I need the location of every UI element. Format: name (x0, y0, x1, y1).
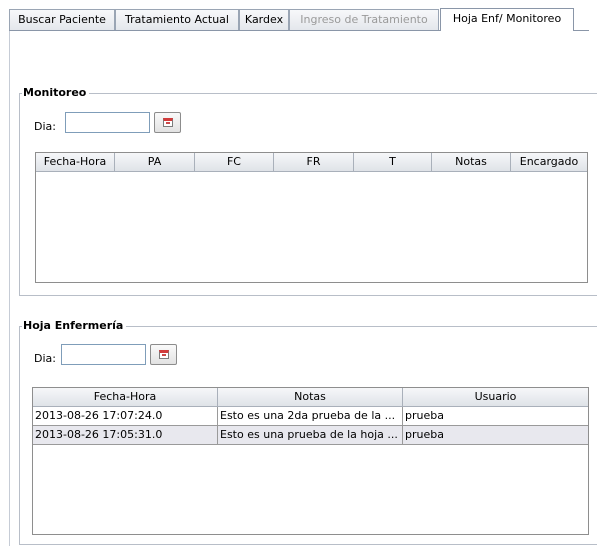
hoja-table-header: Fecha-Hora Notas Usuario (33, 388, 588, 407)
tab-tratamiento-actual[interactable]: Tratamiento Actual (115, 9, 239, 30)
column-header-encargado[interactable]: Encargado (511, 153, 587, 171)
hoja-enfermeria-title: Hoja Enfermería (22, 318, 127, 334)
column-header-usuario[interactable]: Usuario (403, 388, 588, 406)
tab-ingreso-de-tratamiento: Ingreso de Tratamiento (289, 9, 439, 30)
column-header-fecha-hora[interactable]: Fecha-Hora (36, 153, 115, 171)
column-header-notas[interactable]: Notas (218, 388, 403, 406)
cell-fecha-hora: 2013-08-26 17:07:24.0 (33, 407, 218, 425)
column-header-fr[interactable]: FR (274, 153, 354, 171)
monitoreo-group: Monitoreo Dia: Fecha-Hora PA FC FR T Not… (19, 85, 597, 296)
column-header-fc[interactable]: FC (195, 153, 274, 171)
monitoreo-dia-input[interactable] (65, 112, 150, 133)
tab-buscar-paciente[interactable]: Buscar Paciente (9, 9, 115, 30)
hoja-enfermeria-table[interactable]: Fecha-Hora Notas Usuario 2013-08-26 17:0… (32, 387, 589, 535)
column-header-t[interactable]: T (354, 153, 432, 171)
table-row[interactable]: 2013-08-26 17:05:31.0 Esto es una prueba… (33, 426, 588, 445)
cell-fecha-hora: 2013-08-26 17:05:31.0 (33, 426, 218, 444)
tab-kardex[interactable]: Kardex (239, 9, 289, 30)
cell-usuario: prueba (405, 409, 444, 422)
monitoreo-dia-label: Dia: (34, 120, 56, 133)
calendar-icon (163, 118, 173, 127)
monitoreo-calendar-button[interactable] (154, 112, 181, 133)
hoja-dia-input[interactable] (61, 344, 146, 365)
column-header-fecha-hora[interactable]: Fecha-Hora (33, 388, 218, 406)
column-header-notas[interactable]: Notas (432, 153, 511, 171)
table-row[interactable]: 2013-08-26 17:07:24.0 Esto es una 2da pr… (33, 407, 588, 426)
cell-notas: Esto es una prueba de la hoja ... (218, 426, 403, 444)
hoja-calendar-button[interactable] (150, 344, 177, 365)
monitoreo-table-header: Fecha-Hora PA FC FR T Notas Encargado (36, 153, 587, 172)
monitoreo-table[interactable]: Fecha-Hora PA FC FR T Notas Encargado (35, 152, 588, 283)
tab-hoja-enf-monitoreo[interactable]: Hoja Enf/ Monitoreo (440, 8, 574, 31)
calendar-icon (159, 350, 169, 359)
hoja-enfermeria-group: Hoja Enfermería Dia: Fecha-Hora Notas Us… (19, 318, 597, 545)
cell-notas: Esto es una 2da prueba de la ... (218, 407, 403, 425)
cell-usuario: prueba (405, 428, 444, 441)
column-header-pa[interactable]: PA (115, 153, 195, 171)
monitoreo-title: Monitoreo (22, 85, 90, 101)
hoja-dia-label: Dia: (34, 352, 56, 365)
